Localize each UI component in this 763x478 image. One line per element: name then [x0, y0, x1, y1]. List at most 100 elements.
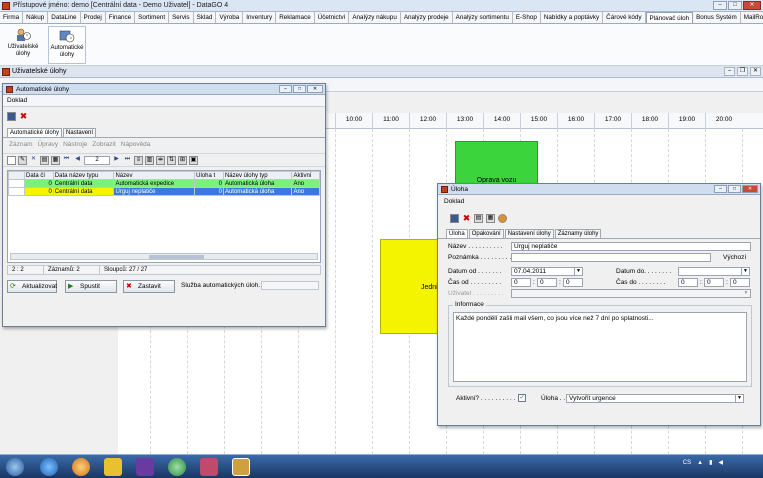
- edit-record-icon[interactable]: ✎: [18, 155, 27, 165]
- preview-icon[interactable]: ▦: [486, 213, 495, 223]
- cancel-icon[interactable]: ✕: [29, 156, 38, 165]
- user-select[interactable]: ▼: [511, 289, 751, 298]
- main-tab[interactable]: Analýzy sortimentu: [452, 12, 513, 23]
- section-close-button[interactable]: ✕: [750, 67, 761, 76]
- tab-task[interactable]: Úloha: [446, 229, 468, 238]
- menu-view[interactable]: Zobrazit: [92, 141, 115, 148]
- task-maximize-button[interactable]: □: [728, 185, 741, 193]
- auto-tasks-ribbon-button[interactable]: Automatické úlohy: [48, 26, 86, 64]
- time-to-hours[interactable]: 0: [678, 278, 698, 287]
- main-tab[interactable]: Bonus Systém: [693, 12, 741, 23]
- prev-page-icon[interactable]: ◀: [73, 156, 82, 165]
- tab-task-records[interactable]: Záznamy úlohy: [554, 229, 602, 238]
- default-button[interactable]: Výchozí: [723, 254, 746, 261]
- table-row[interactable]: 0 Centrální data Urguj neplatiče 0 Automatic…: [8, 187, 320, 196]
- tray-up-arrow-icon[interactable]: ▲: [697, 460, 703, 466]
- user-dropdown-icon[interactable]: ▼: [742, 290, 750, 297]
- delete-icon[interactable]: ✖: [19, 111, 28, 121]
- section-minimize-button[interactable]: –: [724, 67, 735, 76]
- chart-icon[interactable]: ▥: [145, 155, 154, 165]
- main-tab[interactable]: Servis: [169, 12, 194, 23]
- tab-auto-tasks[interactable]: Automatické úlohy: [7, 128, 63, 137]
- users-icon[interactable]: [200, 458, 218, 476]
- main-tab[interactable]: Sortiment: [135, 12, 170, 23]
- print-icon[interactable]: ▤: [474, 213, 483, 223]
- event-yellow[interactable]: Jedni: [380, 239, 440, 334]
- user-tasks-ribbon-button[interactable]: Uživatelské úlohy: [4, 26, 42, 64]
- save-icon[interactable]: [450, 213, 459, 223]
- minimize-button[interactable]: –: [713, 1, 727, 10]
- main-tab[interactable]: Analýzy prodeje: [400, 12, 453, 23]
- app-seven-icon[interactable]: [104, 458, 122, 476]
- auto-close-button[interactable]: ✕: [307, 85, 323, 93]
- active-checkbox[interactable]: ✓: [518, 394, 526, 402]
- task-close-button[interactable]: ✕: [742, 185, 758, 193]
- export-icon[interactable]: ▣: [189, 155, 198, 165]
- delete-icon[interactable]: ✖: [462, 213, 471, 223]
- task-minimize-button[interactable]: –: [714, 185, 727, 193]
- section-restore-button[interactable]: ❐: [737, 67, 748, 76]
- time-from-seconds[interactable]: 0: [563, 278, 583, 287]
- time-to-seconds[interactable]: 0: [730, 278, 750, 287]
- menu-edit[interactable]: Úpravy: [37, 141, 58, 148]
- horizontal-scrollbar[interactable]: [10, 253, 318, 260]
- date-from-dropdown-icon[interactable]: ▼: [574, 268, 582, 275]
- close-button[interactable]: ✕: [743, 1, 761, 10]
- run-button[interactable]: ▶ Spustit: [65, 280, 117, 293]
- main-tab[interactable]: Plánovač úloh: [645, 12, 694, 23]
- name-field[interactable]: Urguj neplatiče: [511, 242, 751, 251]
- date-to-field[interactable]: ▼: [678, 267, 750, 276]
- main-tab[interactable]: Nabídky a poptávky: [540, 12, 604, 23]
- main-tab[interactable]: Firma: [0, 12, 24, 23]
- tab-settings[interactable]: Nastavení: [63, 128, 97, 137]
- main-tab[interactable]: Nákup: [23, 12, 49, 23]
- main-tab[interactable]: Prodej: [80, 12, 106, 23]
- media-player-icon[interactable]: [72, 458, 90, 476]
- settings-icon[interactable]: [498, 213, 507, 223]
- page-number-input[interactable]: 2: [84, 155, 110, 165]
- main-tab[interactable]: MailRobot: [740, 12, 763, 23]
- main-tab[interactable]: E-Shop: [512, 12, 541, 23]
- print-icon[interactable]: ▤: [40, 155, 49, 165]
- task-select[interactable]: Vytvořit urgence ▼: [566, 394, 744, 403]
- menu-tools[interactable]: Nástroje: [63, 141, 87, 148]
- next-page-icon[interactable]: ▶: [112, 156, 121, 165]
- event-green[interactable]: Oprava vozu: [455, 141, 538, 189]
- stop-button[interactable]: ✖ Zastavit: [123, 280, 175, 293]
- group-icon[interactable]: ⊞: [178, 155, 187, 165]
- main-tab[interactable]: Reklamace: [276, 12, 315, 23]
- info-textarea[interactable]: Každé pondělí zašli mail všem, co jsou v…: [453, 312, 747, 382]
- network-icon[interactable]: [168, 458, 186, 476]
- main-tab[interactable]: DataLine: [48, 12, 81, 23]
- column-header[interactable]: Aktivní: [291, 171, 320, 180]
- column-header[interactable]: Název úlohy typ: [222, 171, 293, 180]
- main-tab[interactable]: Čárové kódy: [603, 12, 646, 23]
- tab-repeat[interactable]: Opakování: [468, 229, 504, 238]
- floppy-icon[interactable]: [136, 458, 154, 476]
- menu-record[interactable]: Záznam: [9, 141, 32, 148]
- tab-task-settings[interactable]: Nastavení úlohy: [504, 229, 554, 238]
- date-to-dropdown-icon[interactable]: ▼: [741, 268, 749, 275]
- language-indicator[interactable]: CS: [683, 460, 691, 466]
- column-header[interactable]: Úloha t: [194, 171, 224, 180]
- start-button[interactable]: [6, 458, 24, 476]
- column-header[interactable]: Data název typu: [52, 171, 115, 180]
- preview-icon[interactable]: ▦: [51, 155, 60, 165]
- columns-icon[interactable]: ⇹: [156, 155, 165, 165]
- date-from-field[interactable]: 07.04.2011 ▼: [511, 267, 583, 276]
- column-header[interactable]: Data čí: [24, 171, 54, 180]
- task-dropdown-icon[interactable]: ▼: [735, 395, 743, 402]
- sort-icon[interactable]: ⇅: [167, 155, 176, 165]
- menu-help[interactable]: Nápověda: [121, 141, 151, 148]
- new-record-icon[interactable]: [7, 155, 16, 165]
- main-tab[interactable]: Analýzy nákupu: [349, 12, 401, 23]
- datago-icon[interactable]: [232, 458, 250, 476]
- main-tab[interactable]: Účetnictví: [314, 12, 350, 23]
- main-tab[interactable]: Finance: [105, 12, 136, 23]
- auto-maximize-button[interactable]: □: [293, 85, 306, 93]
- main-tab[interactable]: Výroba: [216, 12, 244, 23]
- main-tab[interactable]: Sklad: [193, 12, 217, 23]
- time-to-minutes[interactable]: 0: [704, 278, 724, 287]
- refresh-button[interactable]: ⟳ Aktualizovat: [7, 280, 57, 293]
- time-from-minutes[interactable]: 0: [537, 278, 557, 287]
